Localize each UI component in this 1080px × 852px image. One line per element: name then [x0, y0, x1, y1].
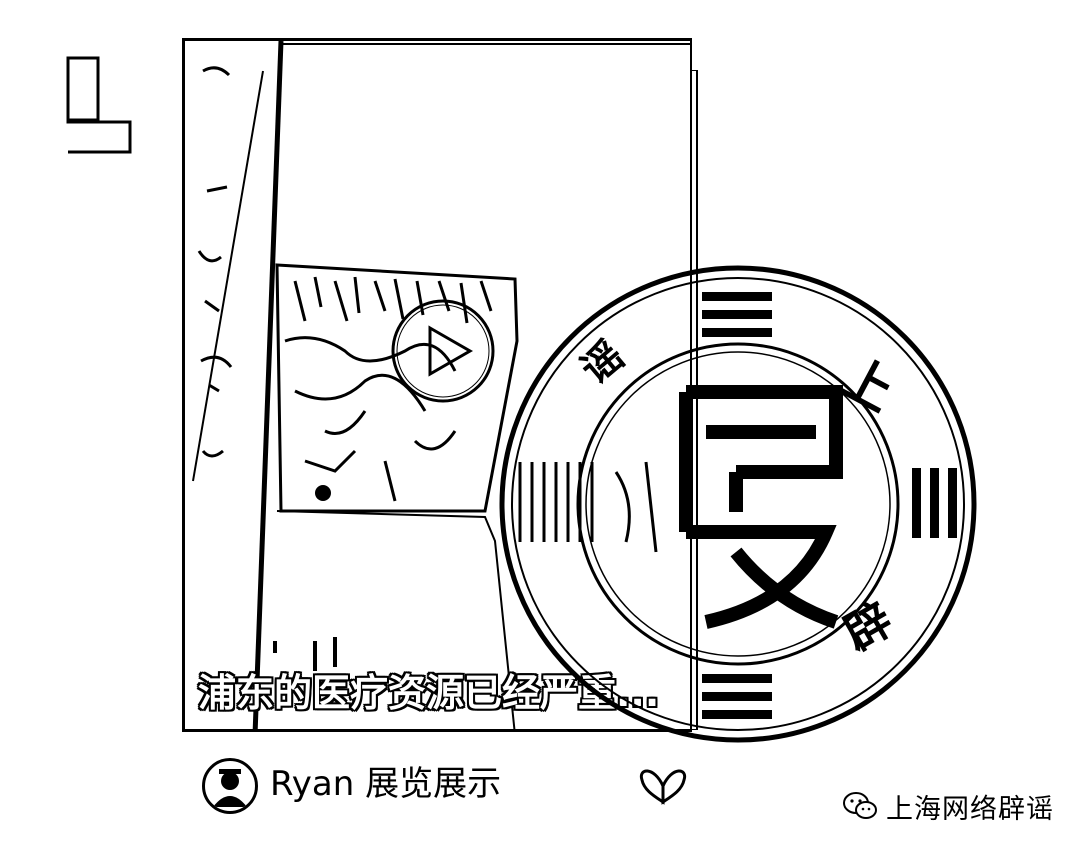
butterfly-like-icon[interactable] — [636, 766, 690, 806]
stamp-ring-char-bottom: 辟 — [835, 592, 902, 662]
source-watermark: 上海网络辟谣 — [842, 784, 1054, 828]
source-label: 上海网络辟谣 — [886, 793, 1054, 825]
channel-name[interactable]: Ryan 展览展示 — [270, 762, 501, 806]
play-icon[interactable] — [390, 298, 496, 404]
channel-avatar-icon[interactable] — [202, 758, 258, 814]
corner-glyph-fragment — [66, 56, 132, 154]
rumor-debunk-stamp-icon: 上 辟 谣 — [499, 265, 977, 743]
wechat-icon — [843, 792, 877, 819]
